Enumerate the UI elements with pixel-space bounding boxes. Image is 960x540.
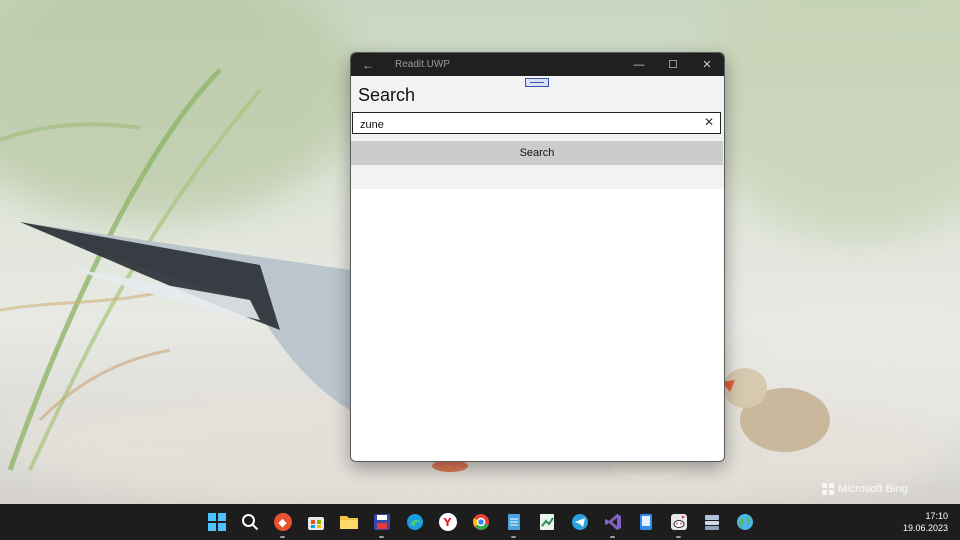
start-icon [207,513,226,531]
page-title: Search [358,85,416,105]
caption-buttons: — ☐ ✕ [622,53,724,76]
notepad-icon [507,514,520,530]
taskbar-reddit-app[interactable] [662,504,695,540]
edge-icon [406,514,423,530]
search-field[interactable]: ✕ [352,112,721,135]
spreadsheet-icon [539,514,554,530]
close-button[interactable]: ✕ [690,53,724,76]
back-button[interactable]: ← [351,53,385,76]
window-title: Readit.UWP [395,59,451,70]
start-button[interactable] [200,504,233,540]
taskbar-file-explorer[interactable] [332,504,365,540]
taskbar-spreadsheet[interactable] [530,504,563,540]
save-app-icon [373,514,390,530]
taskbar-notepad[interactable] [497,504,530,540]
taskbar-save-app[interactable] [365,504,398,540]
visual-studio-icon [604,514,621,530]
telegram-icon [571,514,588,530]
system-clock[interactable]: 17:10 19.06.2023 [903,510,948,534]
clock-date: 19.06.2023 [902,523,948,533]
watermark-text: Microsoft Bing [838,483,908,495]
taskbar-telegram[interactable] [563,504,596,540]
globe-app-icon [736,514,753,530]
phone-app-icon [639,514,652,530]
taskbar-yandex[interactable]: Y [431,504,464,540]
minimize-button[interactable]: — [622,53,656,76]
search-input[interactable] [353,115,690,135]
file-explorer-icon [339,516,358,529]
app-window: ← Readit.UWP — ☐ ✕ Search ✕ Search [350,52,725,462]
results-area [351,189,724,461]
bing-watermark: Microsoft Bing [822,483,908,495]
taskbar-edge[interactable] [398,504,431,540]
search-icon [241,514,258,531]
bing-logo-icon [822,483,834,495]
taskbar-icons: ◆ Y [200,504,761,540]
title-bar[interactable]: ← Readit.UWP — ☐ ✕ [351,53,724,76]
microsoft-store-icon [307,517,324,530]
reddit-app-icon [670,514,687,530]
clear-icon[interactable]: ✕ [704,115,714,129]
yandex-browser-icon: Y [438,513,457,531]
chrome-icon [472,514,489,530]
taskbar-storage-app[interactable] [695,504,728,540]
search-panel: Search ✕ Search [351,76,724,189]
taskbar-anydesk[interactable]: ◆ [266,504,299,540]
taskbar-store[interactable] [299,504,332,540]
anydesk-icon: ◆ [273,513,292,531]
drag-handle-icon[interactable] [525,78,549,87]
taskbar-phone-app[interactable] [629,504,662,540]
taskbar-globe-app[interactable] [728,504,761,540]
taskbar-visual-studio[interactable] [596,504,629,540]
taskbar: ◆ Y 17:10 19.06.2023 [0,504,960,540]
taskbar-search-button[interactable] [233,504,266,540]
search-button[interactable]: Search [351,141,723,165]
clock-time: 17:10 [925,511,948,521]
taskbar-chrome[interactable] [464,504,497,540]
storage-app-icon [704,515,719,530]
maximize-button[interactable]: ☐ [656,53,690,76]
